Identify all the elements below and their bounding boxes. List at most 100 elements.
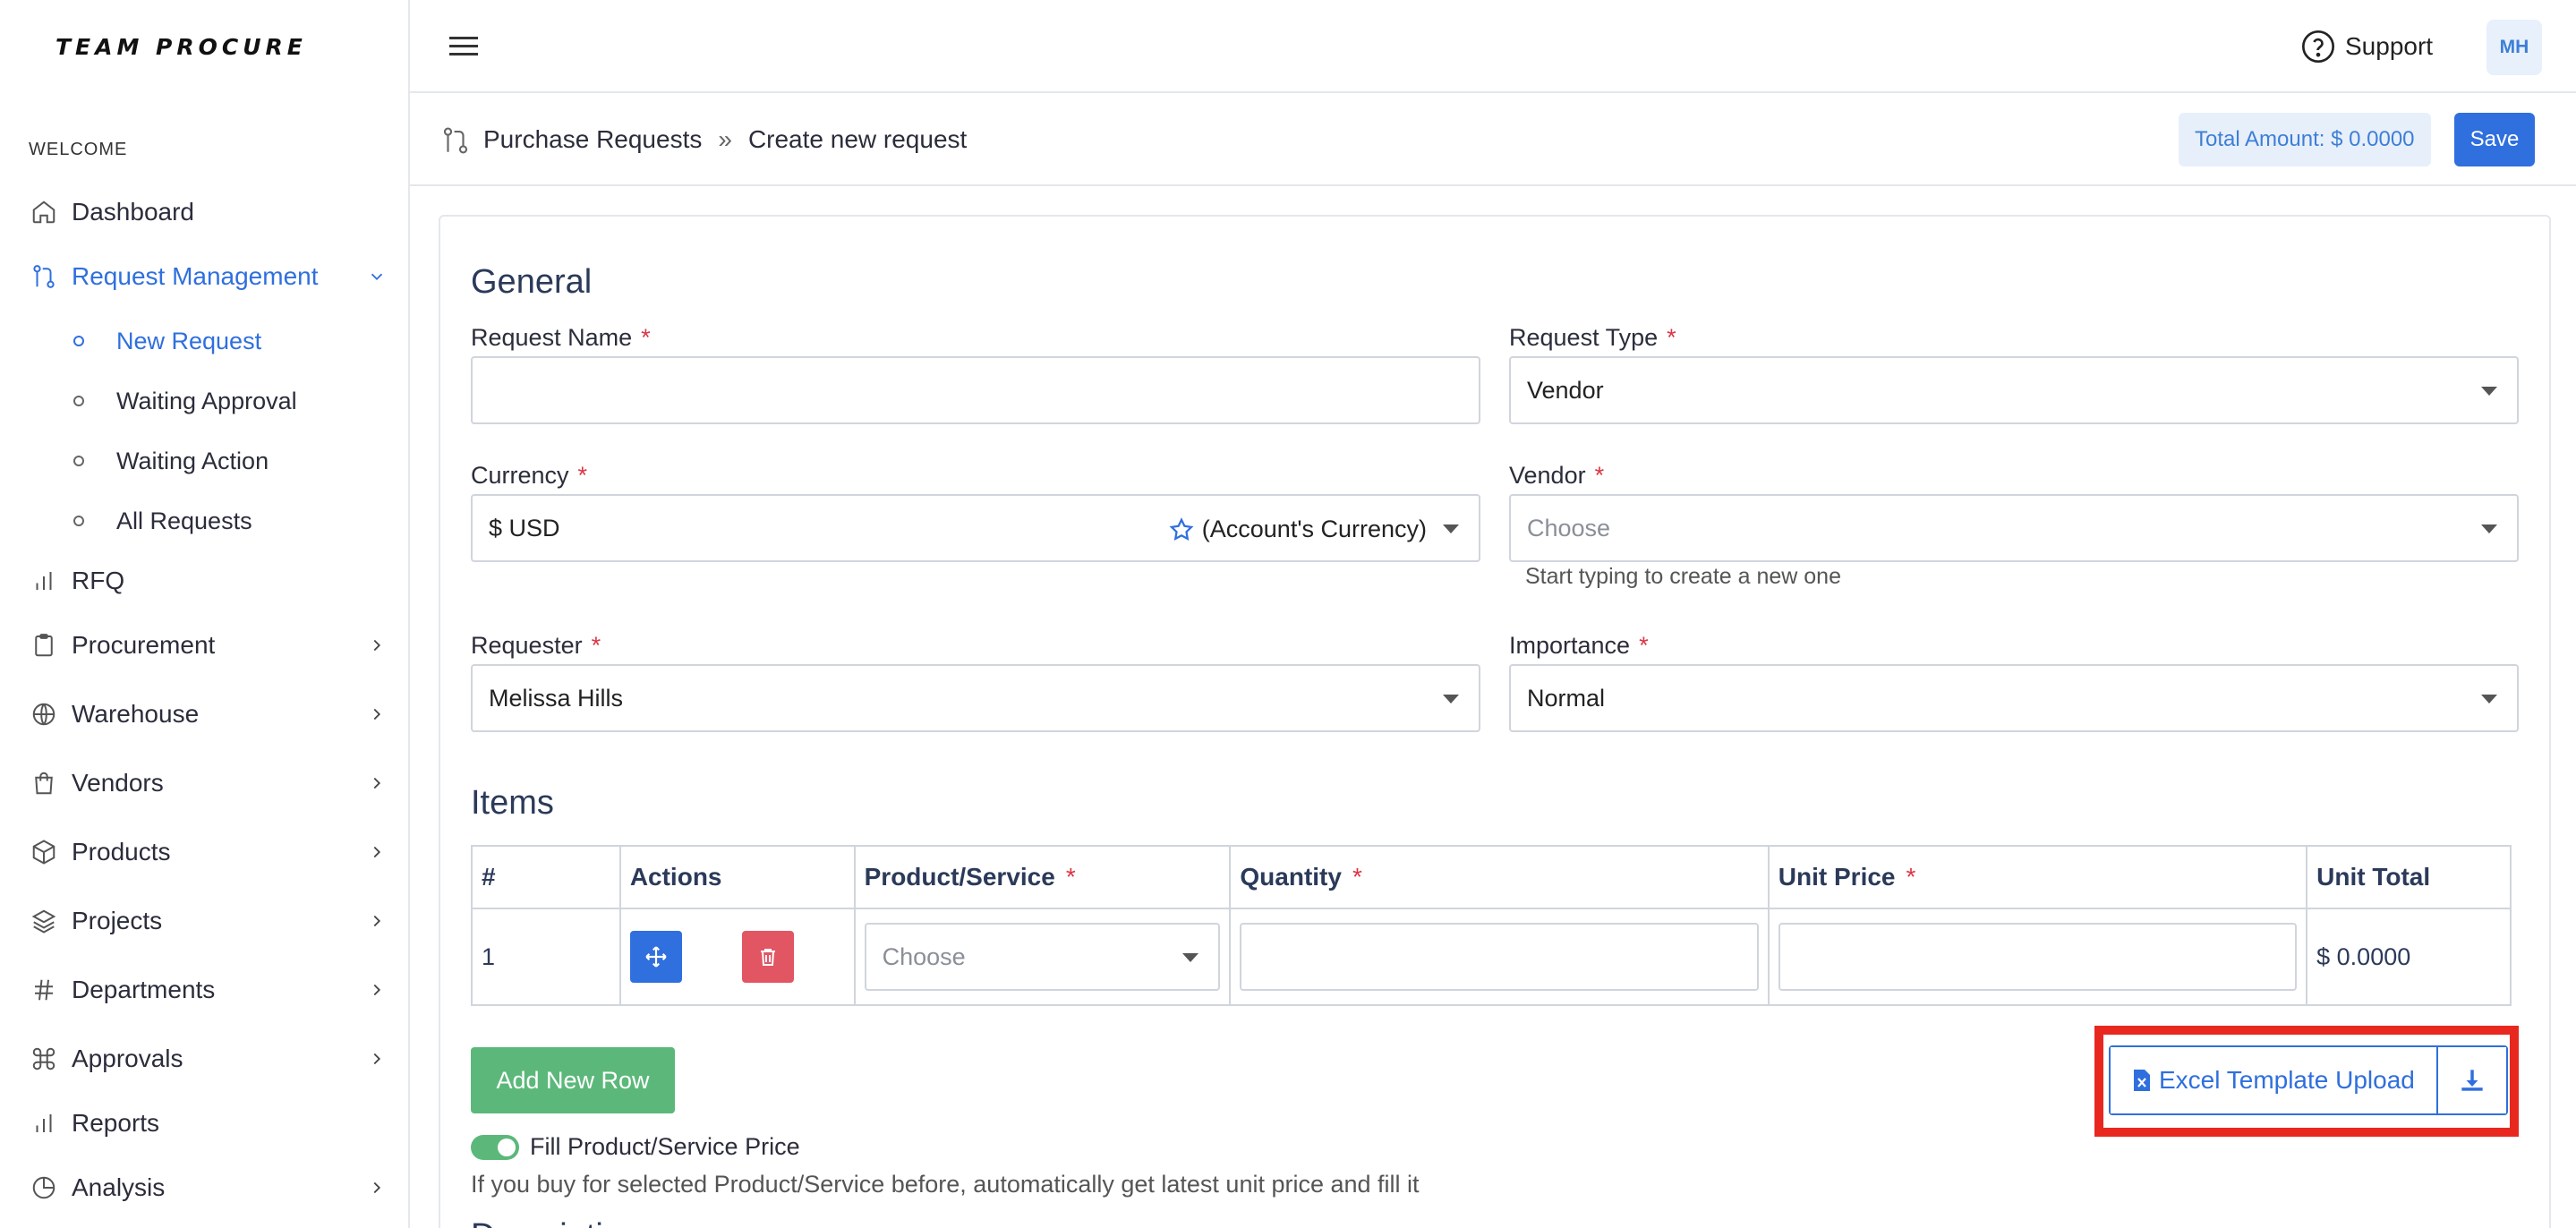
bar-chart-icon	[29, 566, 59, 596]
sidebar-subitem-label: Waiting Approval	[116, 387, 297, 414]
support-link[interactable]: Support	[2300, 29, 2433, 64]
avatar[interactable]: MH	[2486, 20, 2542, 75]
sidebar-item-label: Procurement	[72, 631, 216, 659]
sidebar-item-departments[interactable]: Departments	[29, 968, 387, 1012]
caret-down-icon	[1182, 953, 1199, 962]
caret-down-icon	[2481, 695, 2497, 704]
sidebar-subitem-label: Waiting Action	[116, 447, 269, 474]
request-name-input[interactable]	[471, 356, 1480, 424]
sidebar-subitem-all-requests[interactable]: All Requests	[73, 500, 252, 542]
sidebar-item-label: Request Management	[72, 262, 319, 290]
sidebar-item-label: Approvals	[72, 1045, 183, 1072]
git-pull-icon	[29, 261, 59, 292]
add-new-row-button[interactable]: Add New Row	[471, 1047, 675, 1113]
sidebar-section-label: WELCOME	[29, 140, 128, 159]
fill-price-toggle[interactable]	[471, 1135, 519, 1160]
request-type-select[interactable]: Vendor	[1509, 356, 2519, 424]
chevron-down-icon	[367, 267, 387, 286]
required-mark: *	[1639, 632, 1649, 659]
move-icon	[645, 946, 667, 968]
sidebar-item-reports[interactable]: Reports	[29, 1101, 387, 1146]
chevron-right-icon	[367, 842, 387, 862]
chevron-right-icon	[367, 1178, 387, 1198]
table-header-row: # Actions Product/Service * Quantity * Uni…	[471, 845, 2512, 909]
breadcrumb-parent[interactable]: Purchase Requests	[483, 125, 702, 154]
globe-icon	[29, 699, 59, 729]
quantity-cell	[1229, 908, 1770, 1006]
star-icon	[1168, 516, 1195, 543]
column-header: Unit Total	[2306, 845, 2512, 909]
toggle-knob	[498, 1138, 516, 1156]
request-name-label: Request Name *	[471, 324, 651, 352]
unit-price-cell	[1767, 908, 2308, 1006]
items-table: # Actions Product/Service * Quantity * Uni…	[471, 845, 2512, 1006]
caret-down-icon	[2481, 524, 2497, 533]
bar-chart-icon	[29, 1108, 59, 1138]
chevron-right-icon	[367, 704, 387, 724]
select-placeholder: Choose	[882, 942, 966, 970]
label-text: Currency	[471, 462, 569, 489]
importance-select[interactable]: Normal	[1509, 664, 2519, 732]
label-text: Requester	[471, 632, 583, 659]
requester-select[interactable]: Melissa Hills	[471, 664, 1480, 732]
sidebar-item-label: Dashboard	[72, 198, 194, 226]
excel-template-upload-button[interactable]: Excel Template Upload	[2111, 1047, 2438, 1113]
download-template-button[interactable]	[2437, 1047, 2506, 1113]
chevron-right-icon	[367, 773, 387, 793]
sidebar-item-rfq[interactable]: RFQ	[29, 559, 387, 603]
save-button[interactable]: Save	[2454, 113, 2535, 166]
sidebar-item-vendors[interactable]: Vendors	[29, 761, 387, 806]
quantity-input[interactable]	[1240, 923, 1759, 991]
sidebar-item-label: Vendors	[72, 769, 164, 797]
sidebar-item-procurement[interactable]: Procurement	[29, 623, 387, 668]
sidebar-subitem-label: New Request	[116, 327, 262, 354]
sidebar-subitem-label: All Requests	[116, 507, 252, 534]
sidebar-item-approvals[interactable]: Approvals	[29, 1036, 387, 1081]
sidebar-item-request-management[interactable]: Request Management	[29, 254, 387, 299]
sidebar-item-projects[interactable]: Projects	[29, 899, 387, 943]
vendor-label: Vendor *	[1509, 462, 1604, 490]
sidebar-subitem-new-request[interactable]: New Request	[73, 320, 261, 362]
breadcrumb-current: Create new request	[747, 125, 968, 153]
vendor-select[interactable]: Choose	[1509, 494, 2519, 562]
required-mark: *	[1906, 863, 1916, 891]
sidebar-item-label: Reports	[72, 1109, 160, 1137]
git-pull-icon	[440, 125, 471, 156]
sidebar-item-dashboard[interactable]: Dashboard	[29, 190, 387, 235]
importance-label: Importance *	[1509, 632, 1649, 660]
bullet-icon	[73, 336, 84, 346]
unit-price-input[interactable]	[1778, 923, 2298, 991]
sidebar-subitem-waiting-approval[interactable]: Waiting Approval	[73, 380, 297, 422]
select-value: Melissa Hills	[489, 684, 624, 712]
currency-select[interactable]: $ USD (Account's Currency)	[471, 494, 1480, 562]
move-row-button[interactable]	[629, 931, 682, 983]
total-amount-badge: Total Amount: $ 0.0000	[2179, 113, 2431, 166]
required-mark: *	[1352, 863, 1362, 891]
label-text: Request Name	[471, 324, 633, 351]
sidebar: TEAM PROCURE WELCOME Dashboard Request M…	[0, 0, 410, 1228]
section-title-description: Description	[471, 1217, 641, 1228]
sidebar-item-products[interactable]: Products	[29, 830, 387, 874]
breadcrumb: Purchase Requests » Create new request	[483, 125, 967, 154]
sidebar-subitem-waiting-action[interactable]: Waiting Action	[73, 440, 269, 482]
label-text: Importance	[1509, 632, 1631, 659]
layers-icon	[29, 906, 59, 936]
chevron-right-icon	[367, 1049, 387, 1069]
sidebar-item-warehouse[interactable]: Warehouse	[29, 692, 387, 737]
support-label: Support	[2345, 32, 2434, 60]
required-mark: *	[1594, 462, 1605, 489]
column-header: Product/Service *	[853, 845, 1232, 909]
delete-row-button[interactable]	[742, 931, 795, 983]
column-header-text: Product/Service	[864, 863, 1055, 891]
section-title-items: Items	[471, 784, 554, 822]
sidebar-item-label: Warehouse	[72, 700, 200, 728]
home-icon	[29, 197, 59, 227]
column-header: #	[471, 845, 621, 909]
vendor-hint: Start typing to create a new one	[1525, 564, 1841, 589]
sidebar-item-analysis[interactable]: Analysis	[29, 1165, 387, 1210]
menu-toggle-icon[interactable]	[448, 32, 480, 61]
table-row: 1 Choose $ 0.0000	[471, 908, 2512, 1006]
product-select[interactable]: Choose	[864, 923, 1221, 991]
required-mark: *	[1667, 324, 1676, 351]
bullet-icon	[73, 456, 84, 466]
